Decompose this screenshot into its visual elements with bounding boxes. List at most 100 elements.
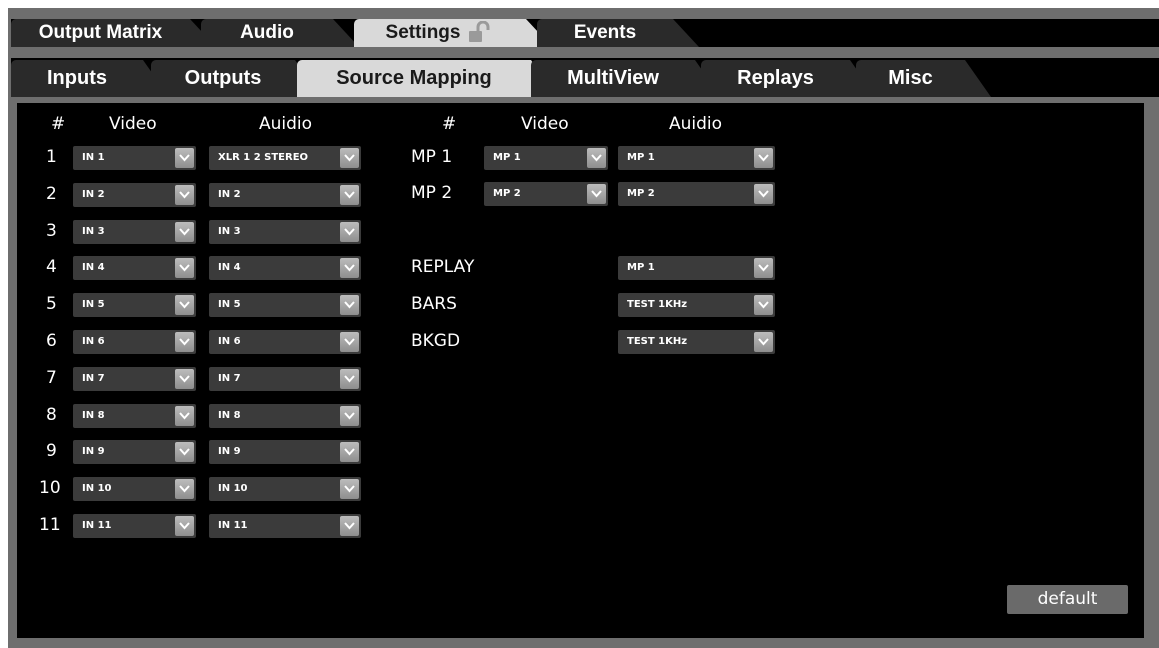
- chevron-down-icon[interactable]: [340, 442, 359, 463]
- dropdown-value: IN 11: [82, 520, 112, 531]
- audio-source-select[interactable]: IN 11: [209, 514, 361, 538]
- tab-label: Inputs: [47, 67, 107, 89]
- audio-source-select[interactable]: XLR 1 2 STEREO: [209, 146, 361, 170]
- chevron-down-icon[interactable]: [754, 184, 773, 204]
- chevron-down-icon[interactable]: [340, 258, 359, 279]
- chevron-down-icon[interactable]: [175, 221, 194, 242]
- chevron-down-icon[interactable]: [340, 368, 359, 389]
- tab-outputs[interactable]: Outputs: [151, 60, 321, 97]
- dropdown-value: IN 2: [218, 188, 241, 200]
- chevron-down-icon[interactable]: [587, 184, 606, 204]
- video-source-select[interactable]: IN 1: [73, 146, 196, 170]
- chevron-down-icon[interactable]: [754, 295, 773, 315]
- left-header-video: Video: [109, 114, 157, 134]
- tab-source-mapping[interactable]: Source Mapping: [297, 60, 557, 97]
- sub-tab-strip: Inputs Outputs Source Mapping MultiView …: [11, 58, 1159, 97]
- chevron-down-icon[interactable]: [175, 148, 194, 168]
- video-source-select[interactable]: IN 7: [73, 366, 196, 391]
- chevron-down-icon[interactable]: [175, 368, 194, 389]
- dropdown-value: IN 7: [218, 372, 241, 384]
- chevron-down-icon[interactable]: [175, 258, 194, 279]
- unlock-icon: [466, 21, 494, 43]
- tab-replays[interactable]: Replays: [701, 60, 876, 97]
- chevron-down-icon[interactable]: [175, 295, 194, 316]
- audio-source-select[interactable]: IN 3: [209, 219, 361, 244]
- tab-label: Settings: [385, 22, 461, 43]
- audio-source-select[interactable]: IN 7: [209, 366, 361, 391]
- audio-source-select[interactable]: IN 6: [209, 330, 361, 354]
- dropdown-value: IN 8: [218, 409, 241, 421]
- right-header-audio: Auidio: [669, 114, 723, 134]
- video-source-select[interactable]: IN 4: [73, 256, 196, 281]
- source-label: REPLAY: [411, 257, 475, 277]
- tab-settings[interactable]: Settings: [354, 19, 552, 47]
- audio-source-select[interactable]: TEST 1KHz: [618, 330, 775, 354]
- dropdown-value: IN 5: [218, 299, 241, 311]
- chevron-down-icon[interactable]: [175, 479, 194, 500]
- tab-inputs[interactable]: Inputs: [11, 60, 169, 97]
- video-source-select[interactable]: IN 9: [73, 440, 196, 465]
- chevron-down-icon[interactable]: [587, 148, 606, 168]
- chevron-down-icon[interactable]: [340, 295, 359, 316]
- dropdown-value: IN 6: [82, 336, 105, 347]
- chevron-down-icon[interactable]: [175, 184, 194, 205]
- dropdown-value: IN 3: [218, 225, 241, 237]
- audio-source-select[interactable]: MP 1: [618, 146, 775, 170]
- tab-label: Replays: [737, 67, 814, 89]
- dropdown-value: MP 2: [627, 188, 655, 199]
- tab-multiview[interactable]: MultiView: [531, 60, 721, 97]
- audio-source-select[interactable]: IN 9: [209, 440, 361, 465]
- chevron-down-icon[interactable]: [340, 516, 359, 536]
- video-source-select[interactable]: IN 8: [73, 403, 196, 428]
- default-button[interactable]: default: [1007, 585, 1128, 614]
- audio-source-select[interactable]: IN 2: [209, 182, 361, 207]
- left-header-num: #: [51, 114, 66, 134]
- video-source-select[interactable]: IN 10: [73, 477, 196, 502]
- chevron-down-icon[interactable]: [175, 332, 194, 352]
- dropdown-value: MP 1: [627, 152, 655, 163]
- tab-label: Source Mapping: [336, 67, 492, 89]
- video-source-select[interactable]: IN 6: [73, 330, 196, 354]
- chevron-down-icon[interactable]: [175, 405, 194, 426]
- chevron-down-icon[interactable]: [340, 148, 359, 168]
- chevron-down-icon[interactable]: [754, 258, 773, 278]
- chevron-down-icon[interactable]: [340, 479, 359, 500]
- main-tab-strip: Output Matrix Audio Settings Events: [11, 19, 1159, 47]
- video-source-select[interactable]: IN 11: [73, 514, 196, 538]
- audio-source-select[interactable]: IN 5: [209, 293, 361, 318]
- chevron-down-icon[interactable]: [175, 516, 194, 536]
- chevron-down-icon[interactable]: [754, 332, 773, 352]
- video-source-select[interactable]: IN 3: [73, 219, 196, 244]
- chevron-down-icon[interactable]: [175, 442, 194, 463]
- tab-label: MultiView: [567, 67, 659, 89]
- tab-audio[interactable]: Audio: [201, 19, 359, 47]
- audio-source-select[interactable]: MP 2: [618, 182, 775, 206]
- tab-misc[interactable]: Misc: [856, 60, 991, 97]
- source-label: MP 1: [411, 147, 453, 167]
- tab-label: Outputs: [184, 67, 262, 89]
- dropdown-value: XLR 1 2 STEREO: [218, 152, 309, 163]
- video-source-select[interactable]: IN 5: [73, 293, 196, 318]
- dropdown-value: IN 10: [218, 483, 248, 495]
- audio-source-select[interactable]: TEST 1KHz: [618, 293, 775, 317]
- audio-source-select[interactable]: IN 4: [209, 256, 361, 281]
- dropdown-value: IN 4: [82, 262, 105, 274]
- video-source-select[interactable]: IN 2: [73, 182, 196, 207]
- chevron-down-icon[interactable]: [340, 405, 359, 426]
- chevron-down-icon[interactable]: [340, 184, 359, 205]
- dropdown-value: IN 7: [82, 372, 105, 384]
- dropdown-value: IN 11: [218, 520, 248, 531]
- dropdown-value: IN 6: [218, 336, 241, 347]
- chevron-down-icon[interactable]: [340, 332, 359, 352]
- chevron-down-icon[interactable]: [754, 148, 773, 168]
- tab-output-matrix[interactable]: Output Matrix: [11, 19, 216, 47]
- source-label: BARS: [411, 294, 457, 314]
- audio-source-select[interactable]: MP 1: [618, 256, 775, 280]
- audio-source-select[interactable]: IN 10: [209, 477, 361, 502]
- video-source-select[interactable]: MP 2: [484, 182, 608, 206]
- audio-source-select[interactable]: IN 8: [209, 403, 361, 428]
- tab-events[interactable]: Events: [537, 19, 699, 47]
- dropdown-value: IN 3: [82, 225, 105, 237]
- video-source-select[interactable]: MP 1: [484, 146, 608, 170]
- chevron-down-icon[interactable]: [340, 221, 359, 242]
